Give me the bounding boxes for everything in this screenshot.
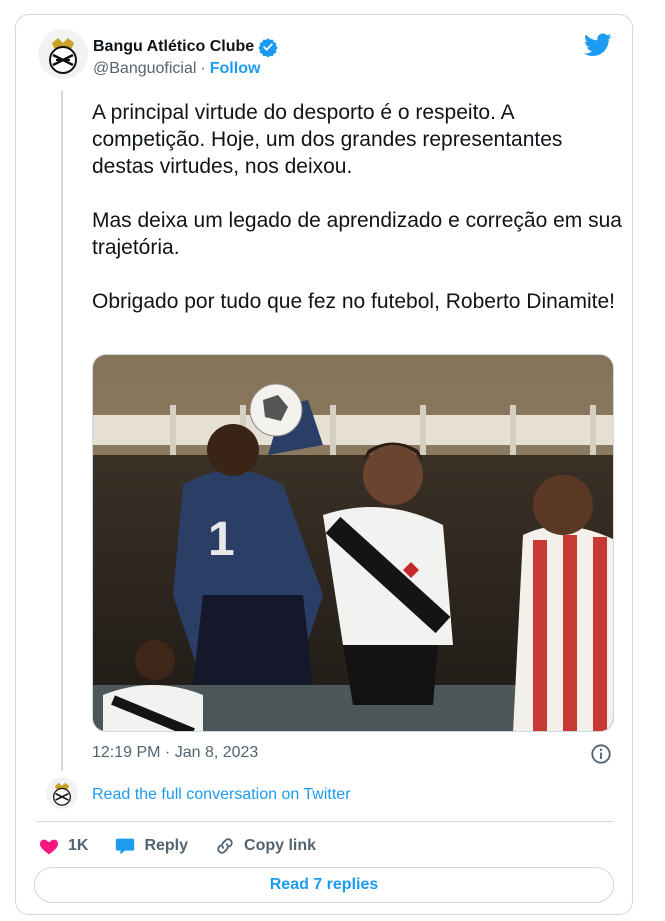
link-icon [217,838,233,854]
read-replies-button[interactable]: Read 7 replies [34,867,614,903]
author-handle[interactable]: @Banguoficial [93,60,196,78]
copy-link-button[interactable]: Copy link [214,835,316,857]
author-avatar[interactable] [38,29,88,79]
handle-separator: · [200,60,206,77]
conversation-avatar [46,777,78,809]
twitter-bird-icon[interactable] [583,33,612,57]
info-icon[interactable] [590,743,612,765]
action-bar: 1K Reply Copy link [38,833,342,859]
like-count: 1K [68,837,89,854]
follow-button[interactable]: Follow [210,60,261,78]
tweet-paragraph: A principal virtude do desporto é o resp… [92,101,563,178]
heart-icon [39,839,59,855]
author-display-name[interactable]: Bangu Atlético Clube [93,38,254,56]
copy-link-label: Copy link [244,837,317,854]
tweet-photo[interactable]: 1 [92,354,614,732]
speech-bubble-icon [116,838,135,855]
tweet-paragraph: Mas deixa um legado de aprendizado e cor… [92,209,622,259]
like-button[interactable]: 1K [38,835,88,857]
verified-badge-icon [258,37,278,58]
reply-button[interactable]: Reply [114,835,188,857]
divider [36,821,614,822]
tweet-text: A principal virtude do desporto é o resp… [92,99,622,315]
tweet-paragraph: Obrigado por tudo que fez no futebol, Ro… [92,290,615,313]
read-conversation-link[interactable]: Read the full conversation on Twitter [92,786,351,804]
tweet-card: Bangu Atlético Clube @Banguoficial · Fol… [15,14,633,915]
thread-line [61,91,63,771]
svg-text:1: 1 [208,513,235,566]
tweet-timestamp[interactable]: 12:19 PM · Jan 8, 2023 [92,744,258,762]
reply-label: Reply [144,837,189,854]
